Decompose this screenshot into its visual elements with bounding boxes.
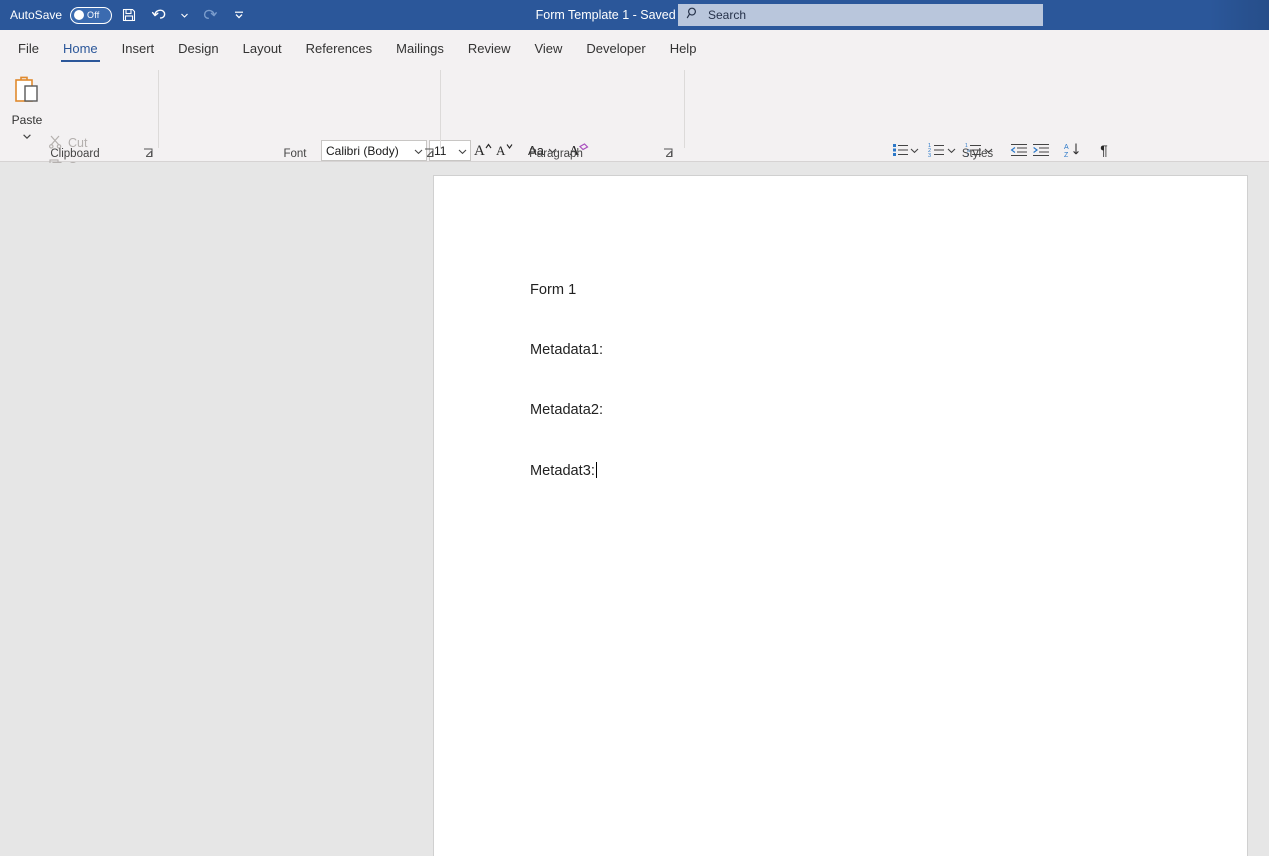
paragraph-dialog-launcher[interactable] bbox=[663, 146, 675, 158]
title-bar: AutoSave Off Form Template 1 - Saved to … bbox=[0, 0, 1269, 30]
autosave-toggle[interactable]: Off bbox=[70, 6, 113, 24]
ribbon-tab-bar: File Home Insert Design Layout Reference… bbox=[0, 30, 1269, 64]
document-line-2[interactable]: Metadata1: bbox=[530, 342, 603, 358]
document-line-1[interactable]: Form 1 bbox=[530, 282, 576, 298]
tab-help[interactable]: Help bbox=[658, 34, 709, 64]
customize-quick-access-toolbar-icon[interactable] bbox=[226, 2, 252, 28]
tab-mailings[interactable]: Mailings bbox=[384, 34, 456, 64]
paste-dropdown-icon[interactable] bbox=[22, 127, 32, 145]
search-box[interactable]: Search bbox=[678, 4, 1043, 26]
clipboard-group-label: Clipboard bbox=[50, 148, 100, 160]
tab-references[interactable]: References bbox=[294, 34, 384, 64]
document-line-4-text: Metadat3: bbox=[530, 463, 595, 479]
tab-review[interactable]: Review bbox=[456, 34, 523, 64]
autosave-toggle-knob bbox=[74, 10, 85, 20]
tab-design[interactable]: Design bbox=[166, 34, 230, 64]
ribbon-group-styles: AaBbCcDc ¶ Normal AaBbCcDc ¶ No Spac... … bbox=[686, 64, 1269, 162]
clipboard-dialog-launcher[interactable] bbox=[143, 146, 155, 158]
ribbon-group-clipboard: Paste Cut Copy Format Painter Clipboard bbox=[0, 64, 160, 198]
title-bar-shade bbox=[1209, 0, 1269, 30]
autosave-label: AutoSave bbox=[10, 8, 63, 22]
text-cursor bbox=[595, 462, 597, 478]
undo-icon[interactable] bbox=[146, 2, 172, 28]
save-icon[interactable] bbox=[116, 2, 142, 28]
tab-insert[interactable]: Insert bbox=[110, 34, 167, 64]
font-group-label: Font bbox=[283, 148, 307, 160]
search-placeholder: Search bbox=[708, 8, 747, 22]
quick-access-toolbar: AutoSave Off bbox=[0, 2, 252, 28]
undo-dropdown-icon[interactable] bbox=[176, 2, 192, 28]
paste-label: Paste bbox=[11, 113, 43, 127]
ribbon-group-paragraph: 123 1ai AZ ¶ Paragraph bbox=[441, 64, 1108, 194]
ribbon: Paste Cut Copy Format Painter Clipboard bbox=[0, 64, 1269, 198]
autosave-state-label: Off bbox=[87, 10, 100, 20]
document-page[interactable]: Form 1 Metadata1: Metadata2: Metadat3: bbox=[433, 175, 1248, 856]
document-canvas: Form 1 Metadata1: Metadata2: Metadat3: bbox=[0, 163, 1269, 856]
styles-group-label: Styles bbox=[961, 148, 994, 160]
tab-file[interactable]: File bbox=[6, 34, 51, 64]
tab-view[interactable]: View bbox=[522, 34, 574, 64]
redo-icon bbox=[196, 2, 222, 28]
paragraph-group-label: Paragraph bbox=[529, 148, 583, 160]
document-line-4[interactable]: Metadat3: bbox=[530, 462, 597, 479]
font-dialog-launcher[interactable] bbox=[424, 146, 436, 158]
tab-developer[interactable]: Developer bbox=[574, 34, 657, 64]
search-icon bbox=[686, 6, 700, 25]
tab-layout[interactable]: Layout bbox=[231, 34, 294, 64]
document-line-3[interactable]: Metadata2: bbox=[530, 402, 603, 418]
tab-home[interactable]: Home bbox=[51, 34, 110, 64]
ribbon-group-font: Calibri (Body) 11 A A Aa A B bbox=[159, 64, 589, 190]
paste-icon bbox=[12, 74, 42, 111]
group-divider bbox=[684, 70, 685, 148]
paste-button[interactable]: Paste bbox=[6, 70, 48, 148]
